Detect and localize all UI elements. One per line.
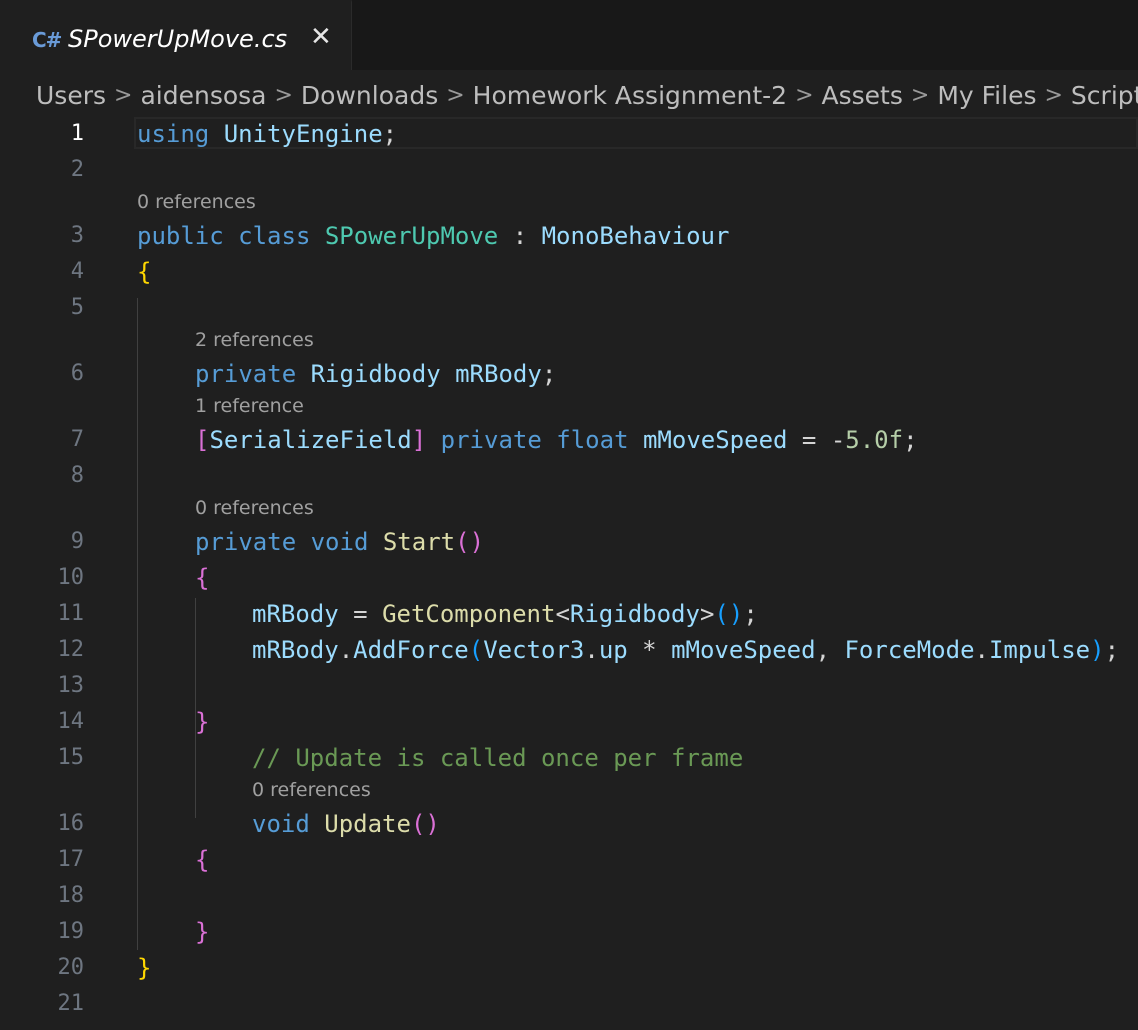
code-text: [SerializeField] private float mMoveSpee…	[195, 426, 918, 454]
codelens-references[interactable]: 0 references	[252, 779, 371, 801]
code-line-15[interactable]: 15 // Update is called once per frame	[0, 740, 1138, 776]
line-number: 5	[70, 295, 84, 320]
code-text: private void Start()	[195, 528, 485, 556]
code-editor[interactable]: 1 using UnityEngine; 2 0 references 3 pu…	[0, 116, 1138, 1030]
code-line-13[interactable]: 13	[0, 668, 1138, 704]
codelens-references[interactable]: 0 references	[195, 497, 314, 519]
code-line-4[interactable]: 4 {	[0, 254, 1138, 290]
code-comment: // Update is called once per frame	[252, 744, 744, 772]
line-number: 1	[70, 121, 84, 146]
code-line-12[interactable]: 12 mRBody.AddForce(Vector3.up * mMoveSpe…	[0, 632, 1138, 668]
line-number: 9	[70, 529, 84, 554]
code-line-7[interactable]: 7 [SerializeField] private float mMoveSp…	[0, 422, 1138, 458]
editor-tab-spowerupmove[interactable]: C# SPowerUpMove.cs ✕	[0, 0, 352, 70]
breadcrumb-item-aidensosa[interactable]: aidensosa	[140, 81, 266, 110]
code-line-14[interactable]: 14 }	[0, 704, 1138, 740]
breadcrumb-item-assets[interactable]: Assets	[822, 81, 903, 110]
breadcrumb: Users > aidensosa > Downloads > Homework…	[36, 80, 1138, 110]
csharp-file-icon: C#	[32, 28, 62, 52]
line-number: 12	[57, 637, 85, 662]
code-text: private Rigidbody mRBody;	[195, 360, 557, 388]
code-line-10[interactable]: 10 {	[0, 560, 1138, 596]
breadcrumb-item-users[interactable]: Users	[36, 81, 106, 110]
line-number: 18	[57, 883, 85, 908]
code-line-9[interactable]: 9 private void Start()	[0, 524, 1138, 560]
code-text: }	[195, 918, 210, 946]
line-number: 3	[70, 223, 84, 248]
chevron-right-icon: >	[114, 82, 133, 108]
line-number: 10	[57, 565, 85, 590]
code-line-17[interactable]: 17 {	[0, 842, 1138, 878]
code-line-8[interactable]: 8	[0, 458, 1138, 494]
line-number: 17	[57, 847, 85, 872]
code-text: mRBody.AddForce(Vector3.up * mMoveSpeed,…	[252, 636, 1120, 664]
code-line-6[interactable]: 6 private Rigidbody mRBody;	[0, 356, 1138, 392]
code-line-3[interactable]: 3 public class SPowerUpMove : MonoBehavi…	[0, 218, 1138, 254]
chevron-right-icon: >	[910, 82, 930, 108]
code-text: public class SPowerUpMove : MonoBehaviou…	[137, 222, 730, 250]
line-number: 19	[57, 919, 85, 944]
codelens-references[interactable]: 2 references	[195, 329, 314, 351]
code-line-11[interactable]: 11 mRBody = GetComponent<Rigidbody>();	[0, 596, 1138, 632]
code-text: using UnityEngine;	[137, 120, 398, 148]
line-number: 2	[70, 157, 84, 182]
tab-title: SPowerUpMove.cs	[68, 25, 288, 53]
code-line-2[interactable]: 2	[0, 152, 1138, 188]
code-line-1[interactable]: 1 using UnityEngine;	[0, 116, 1138, 152]
breadcrumb-item-downloads[interactable]: Downloads	[301, 81, 438, 110]
breadcrumb-item-homework[interactable]: Homework Assignment-2	[473, 81, 787, 110]
code-line-5[interactable]: 5	[0, 290, 1138, 326]
line-number: 6	[70, 361, 84, 386]
breadcrumb-item-scripts[interactable]: Scripts	[1071, 81, 1138, 110]
line-number: 21	[57, 991, 85, 1016]
code-text: mRBody = GetComponent<Rigidbody>();	[252, 600, 758, 628]
code-text: void Update()	[252, 810, 440, 838]
line-number: 7	[70, 427, 84, 452]
line-number: 4	[70, 259, 84, 284]
line-number: 15	[57, 745, 85, 770]
code-line-19[interactable]: 19 }	[0, 914, 1138, 950]
chevron-right-icon: >	[446, 82, 465, 108]
codelens-references[interactable]: 1 reference	[195, 395, 304, 417]
line-number: 14	[57, 709, 85, 734]
tab-bar: C# SPowerUpMove.cs ✕	[0, 0, 1138, 70]
chevron-right-icon: >	[795, 82, 814, 108]
code-text: }	[137, 954, 152, 982]
codelens-references[interactable]: 0 references	[137, 191, 256, 213]
close-icon[interactable]: ✕	[310, 24, 332, 50]
code-text: {	[195, 846, 210, 874]
code-text: }	[195, 708, 210, 736]
code-line-20[interactable]: 20 }	[0, 950, 1138, 986]
chevron-right-icon: >	[1044, 82, 1063, 108]
chevron-right-icon: >	[274, 82, 293, 108]
code-text: {	[137, 258, 152, 286]
code-line-16[interactable]: 16 void Update()	[0, 806, 1138, 842]
line-number: 20	[57, 955, 85, 980]
code-text: {	[195, 564, 210, 592]
line-number: 13	[57, 673, 85, 698]
line-number: 11	[57, 601, 85, 626]
breadcrumb-item-my-files[interactable]: My Files	[937, 81, 1036, 110]
code-line-21[interactable]: 21	[0, 986, 1138, 1022]
line-number: 8	[70, 463, 84, 488]
code-line-18[interactable]: 18	[0, 878, 1138, 914]
line-number: 16	[57, 811, 85, 836]
